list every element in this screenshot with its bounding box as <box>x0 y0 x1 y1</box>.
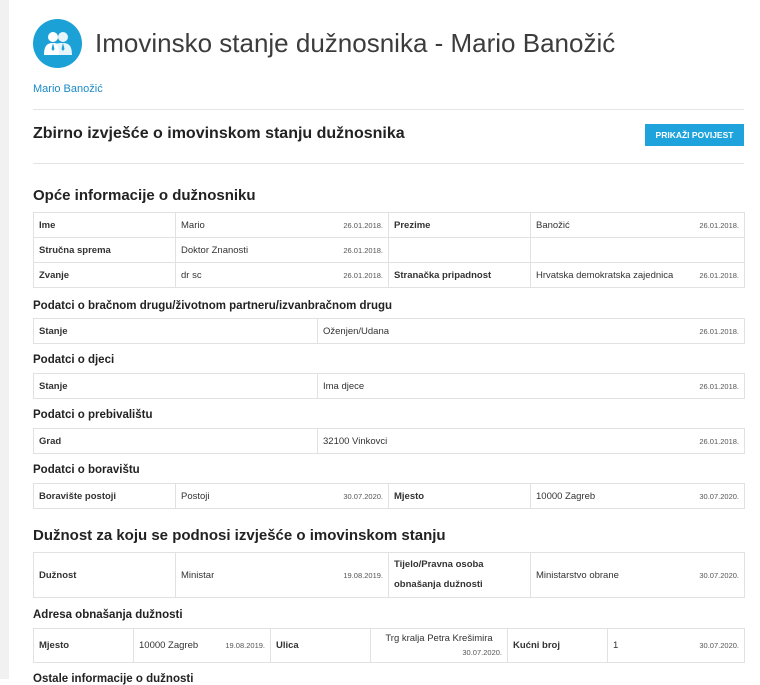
table-row: Stanje Ima djece 26.01.2018. <box>33 373 745 399</box>
label-strucna-sprema: Stručna sprema <box>33 237 176 263</box>
label-stanje: Stanje <box>33 318 318 344</box>
label-zvanje: Zvanje <box>33 262 176 288</box>
label-ime: Ime <box>33 212 176 238</box>
value-partner-stanje: Oženjen/Udana <box>323 325 390 337</box>
table-row: Zvanje dr sc 26.01.2018. Stranačka pripad… <box>33 262 745 288</box>
stay-heading: Podatci o boravištu <box>33 464 140 476</box>
value-kucni-broj: 1 <box>613 640 619 651</box>
label-ulica: Ulica <box>270 628 371 663</box>
empty-cell <box>388 237 531 263</box>
label-stranka: Stranačka pripadnost <box>388 262 531 288</box>
stay-table: Boravište postoji Postoji 30.07.2020. Mje… <box>33 483 745 509</box>
label-kucni-broj: Kućni broj <box>507 628 608 663</box>
value-cell: 10000 Zagreb 30.07.2020. <box>530 483 745 509</box>
label-prezime: Prezime <box>388 212 531 238</box>
value-adresa-mjesto: 10000 Zagreb <box>139 640 199 651</box>
value-prezime: Banožić <box>536 219 570 231</box>
breadcrumb-official-link[interactable]: Mario Banožić <box>33 83 103 95</box>
value-stranka: Hrvatska demokratska zajednica <box>536 269 674 281</box>
page-title: Imovinsko stanje dužnosnika - Mario Bano… <box>95 27 616 58</box>
divider <box>33 109 744 110</box>
date-ime: 26.01.2018. <box>343 220 383 230</box>
general-info-heading: Opće informacije o dužnosniku <box>33 187 256 204</box>
value-cell: Doktor Znanosti 26.01.2018. <box>175 237 389 263</box>
value-cell: Postoji 30.07.2020. <box>175 483 389 509</box>
label-mjesto: Mjesto <box>388 483 531 509</box>
value-cell: Mario 26.01.2018. <box>175 212 389 238</box>
date-ulica: 30.07.2020. <box>462 647 502 657</box>
value-cell: Ima djece 26.01.2018. <box>317 373 745 399</box>
value-boraviste-mjesto: 10000 Zagreb <box>536 490 596 502</box>
date-partner-stanje: 26.01.2018. <box>699 326 739 336</box>
date-tijelo: 30.07.2020. <box>699 570 739 580</box>
table-row: Mjesto 10000 Zagreb 19.08.2019. Ulica Trg… <box>33 628 745 663</box>
label-stanje: Stanje <box>33 373 318 399</box>
value-boraviste-postoji: Postoji <box>181 490 210 502</box>
value-children-stanje: Ima djece <box>323 380 365 392</box>
page-header: Imovinsko stanje dužnosnika - Mario Bano… <box>33 16 615 70</box>
value-cell: Trg kralja Petra Krešimira 30.07.2020. <box>370 628 508 663</box>
value-cell: 10000 Zagreb 19.08.2019. <box>133 628 271 663</box>
duty-heading: Dužnost za koju se podnosi izvješće o im… <box>33 527 446 544</box>
value-cell: Ministarstvo obrane 30.07.2020. <box>530 552 745 598</box>
value-cell: Oženjen/Udana 26.01.2018. <box>317 318 745 344</box>
date-kucni-broj: 30.07.2020. <box>699 641 739 650</box>
date-children-stanje: 26.01.2018. <box>699 381 739 391</box>
value-zvanje: dr sc <box>181 269 202 281</box>
table-row: Ime Mario 26.01.2018. Prezime Banožić 26.0… <box>33 212 745 238</box>
residence-heading: Podatci o prebivalištu <box>33 409 153 421</box>
table-row: Stanje Oženjen/Udana 26.01.2018. <box>33 318 745 344</box>
partner-heading: Podatci o bračnom drugu/životnom partner… <box>33 300 393 312</box>
value-ulica: Trg kralja Petra Krešimira <box>385 632 493 644</box>
date-duznost: 19.08.2019. <box>343 570 383 580</box>
label-mjesto: Mjesto <box>33 628 134 663</box>
value-cell: dr sc 26.01.2018. <box>175 262 389 288</box>
children-heading: Podatci o djeci <box>33 354 115 366</box>
residence-table: Grad 32100 Vinkovci 26.01.2018. <box>33 428 745 454</box>
value-tijelo: Ministarstvo obrane <box>536 569 619 581</box>
table-row: Dužnost Ministar 19.08.2019. Tijelo/Pravn… <box>33 552 745 598</box>
value-cell: Hrvatska demokratska zajednica 26.01.2018… <box>530 262 745 288</box>
value-duznost: Ministar <box>181 569 215 581</box>
empty-cell <box>530 237 745 263</box>
date-grad: 26.01.2018. <box>699 436 739 446</box>
page: Imovinsko stanje dužnosnika - Mario Bano… <box>0 0 760 685</box>
value-strucna-sprema: Doktor Znanosti <box>181 244 249 256</box>
date-zvanje: 26.01.2018. <box>343 270 383 280</box>
show-history-button[interactable]: PRIKAŽI POVIJEST <box>645 124 744 146</box>
date-stranka: 26.01.2018. <box>699 270 739 280</box>
other-info-heading: Ostale informacije o dužnosti <box>33 673 194 685</box>
address-table: Mjesto 10000 Zagreb 19.08.2019. Ulica Trg… <box>33 628 745 663</box>
table-row: Grad 32100 Vinkovci 26.01.2018. <box>33 428 745 454</box>
date-strucna-sprema: 26.01.2018. <box>343 245 383 255</box>
table-row: Boravište postoji Postoji 30.07.2020. Mje… <box>33 483 745 509</box>
label-grad: Grad <box>33 428 318 454</box>
officials-logo-icon <box>33 18 82 68</box>
date-boraviste-postoji: 30.07.2020. <box>343 491 383 501</box>
children-table: Stanje Ima djece 26.01.2018. <box>33 373 745 399</box>
general-info-table: Ime Mario 26.01.2018. Prezime Banožić 26.0… <box>33 212 745 288</box>
date-prezime: 26.01.2018. <box>699 220 739 230</box>
value-cell: Banožić 26.01.2018. <box>530 212 745 238</box>
duty-table: Dužnost Ministar 19.08.2019. Tijelo/Pravn… <box>33 552 745 598</box>
value-cell: 32100 Vinkovci 26.01.2018. <box>317 428 745 454</box>
label-duznost: Dužnost <box>33 552 176 598</box>
label-boraviste-postoji: Boravište postoji <box>33 483 176 509</box>
value-cell: Ministar 19.08.2019. <box>175 552 389 598</box>
left-scroll-strip <box>0 0 9 679</box>
address-heading: Adresa obnašanja dužnosti <box>33 609 183 621</box>
partner-table: Stanje Oženjen/Udana 26.01.2018. <box>33 318 745 344</box>
value-ime: Mario <box>181 219 205 231</box>
table-row: Stručna sprema Doktor Znanosti 26.01.2018… <box>33 237 745 263</box>
value-grad: 32100 Vinkovci <box>323 435 388 447</box>
date-boraviste-mjesto: 30.07.2020. <box>699 491 739 501</box>
value-cell: 1 30.07.2020. <box>607 628 745 663</box>
label-tijelo: Tijelo/Pravna osoba obnašanja dužnosti <box>388 552 531 598</box>
report-title: Zbirno izvješće o imovinskom stanju dužn… <box>33 125 405 142</box>
divider <box>33 163 744 164</box>
date-adresa-mjesto: 19.08.2019. <box>225 641 265 650</box>
